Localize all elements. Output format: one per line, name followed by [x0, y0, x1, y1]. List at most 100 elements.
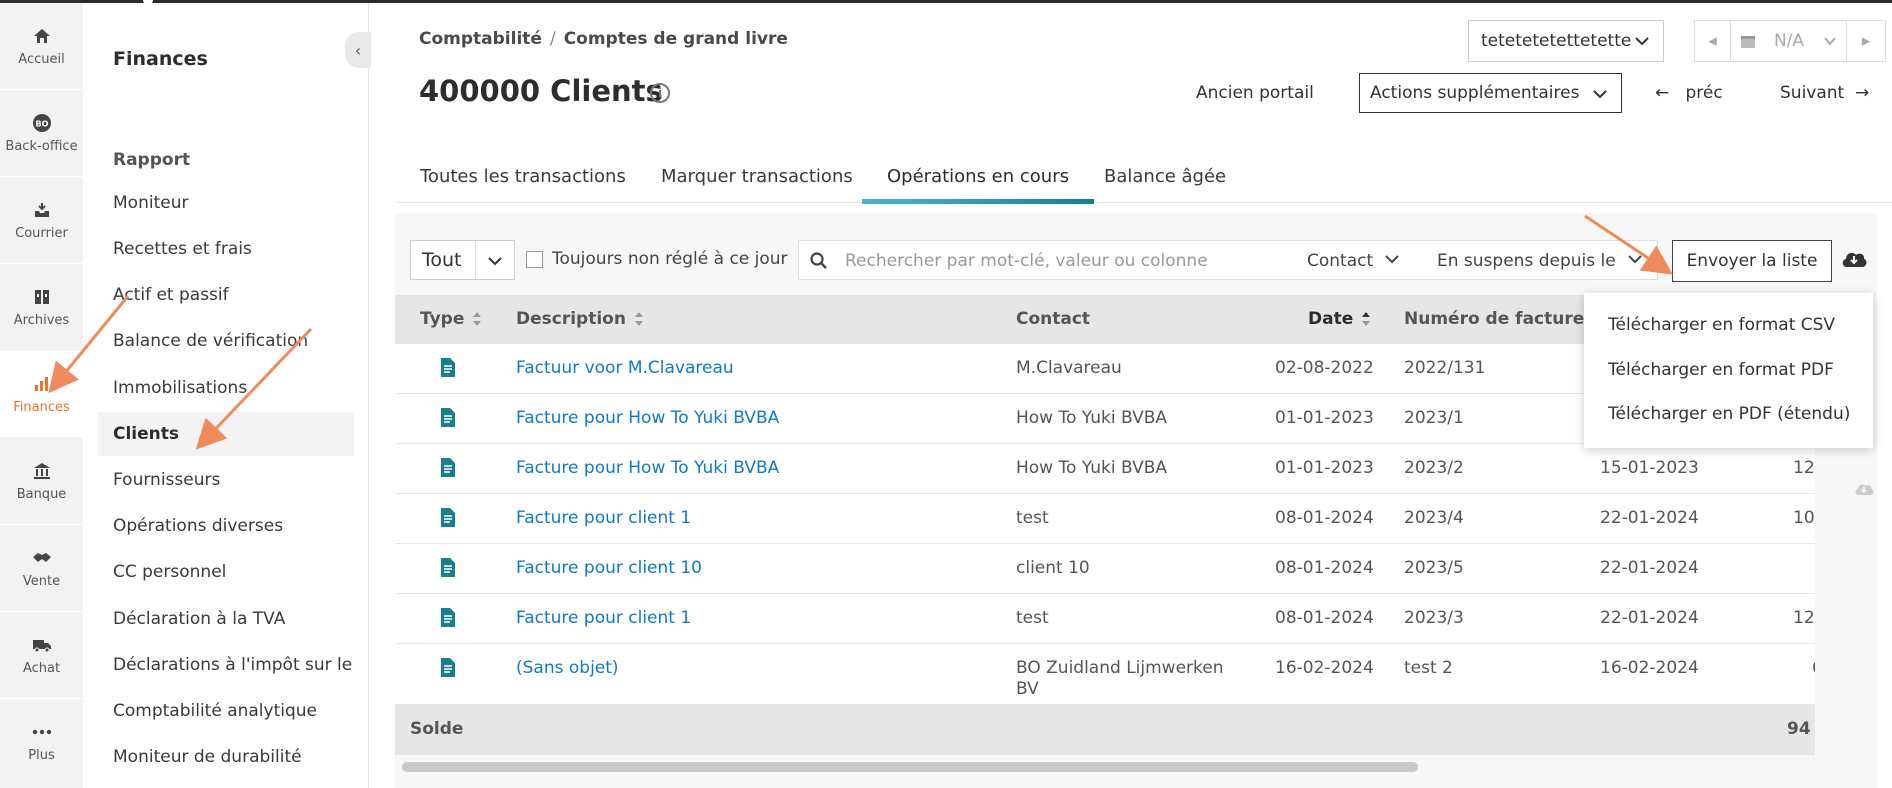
- next-label: Suivant: [1780, 83, 1845, 103]
- old-portal-link[interactable]: Ancien portail: [1196, 83, 1314, 103]
- row-amount: 12: [1793, 608, 1815, 628]
- table-footer: Solde 94: [395, 705, 1815, 755]
- page-title: 400000 Clients: [419, 74, 663, 108]
- sidebar-item-operations-diverses[interactable]: Opérations diverses: [98, 504, 354, 548]
- row-invoice-number: 2022/131: [1404, 358, 1486, 378]
- tab-marquer-transactions[interactable]: Marquer transactions: [636, 150, 878, 203]
- sidebar-item-moniteur[interactable]: Moniteur: [98, 181, 354, 225]
- download-pdf-extended-option[interactable]: Télécharger en PDF (étendu): [1608, 404, 1850, 424]
- download-pdf-option[interactable]: Télécharger en format PDF: [1608, 360, 1834, 380]
- rail-item-label: Accueil: [18, 51, 65, 67]
- more-actions-button[interactable]: Actions supplémentaires: [1359, 73, 1622, 113]
- row-date: 08-01-2024: [1275, 508, 1374, 528]
- sidebar-item-actif-et-passif[interactable]: Actif et passif: [98, 273, 354, 317]
- sidebar-item-cc-personnel[interactable]: CC personnel: [98, 550, 354, 594]
- pending-since-dropdown[interactable]: En suspens depuis le: [1437, 251, 1643, 271]
- sidebar-item-moniteur-durabilite[interactable]: Moniteur de durabilité: [98, 735, 354, 779]
- caret-left-icon: ◂: [1708, 31, 1717, 51]
- prev-button[interactable]: ← préc: [1655, 83, 1723, 103]
- collapse-sidebar-button[interactable]: ‹: [345, 32, 371, 68]
- col-type-header[interactable]: Type: [420, 309, 482, 329]
- download-csv-option[interactable]: Télécharger en format CSV: [1608, 315, 1835, 335]
- table-row[interactable]: Facture pour client 10 client 10 08-01-2…: [395, 544, 1815, 594]
- chevron-down-icon: [1385, 255, 1399, 264]
- chevron-down-icon: [1627, 255, 1642, 264]
- sidebar-item-recettes-et-frais[interactable]: Recettes et frais: [98, 227, 354, 271]
- rail-item-plus[interactable]: Plus: [0, 699, 83, 785]
- sidebar-item-comptabilite-analytique[interactable]: Comptabilité analytique: [98, 689, 354, 733]
- table-row[interactable]: Facture pour client 1 test 08-01-2024 20…: [395, 494, 1815, 544]
- sidebar-item-declarations-impot[interactable]: Déclarations à l'impôt sur le r: [98, 643, 354, 687]
- rail-item-achat[interactable]: Achat: [0, 612, 83, 698]
- info-icon[interactable]: i: [650, 83, 670, 103]
- truck-icon: [32, 635, 52, 655]
- row-description-link[interactable]: Facture pour client 1: [516, 508, 691, 528]
- col-contact-header[interactable]: Contact: [1016, 309, 1090, 329]
- col-date-header[interactable]: Date: [1308, 309, 1371, 329]
- row-description-link[interactable]: Factuur voor M.Clavareau: [516, 358, 734, 378]
- rail-item-archives[interactable]: Archives: [0, 264, 83, 350]
- search-bar: Rechercher par mot-clé, valeur ou colonn…: [798, 240, 1658, 280]
- period-navigator: ◂ N/A ▸: [1694, 20, 1886, 62]
- search-input[interactable]: Rechercher par mot-clé, valeur ou colonn…: [845, 251, 1208, 271]
- company-select[interactable]: tetetetetettetette: [1468, 20, 1664, 62]
- send-list-button[interactable]: Envoyer la liste: [1672, 240, 1832, 282]
- period-prev-button[interactable]: ◂: [1695, 21, 1731, 61]
- scrollbar-thumb[interactable]: [402, 762, 1418, 772]
- sidebar-item-fournisseurs[interactable]: Fournisseurs: [98, 458, 354, 502]
- unpaid-checkbox-label[interactable]: Toujours non réglé à ce jour: [552, 249, 788, 269]
- footer-balance-amount: 94: [1787, 719, 1811, 739]
- rail-item-banque[interactable]: Banque: [0, 438, 83, 524]
- sidebar-item-immobilisations[interactable]: Immobilisations: [98, 366, 354, 410]
- breadcrumb-comptes-grand-livre[interactable]: Comptes de grand livre: [564, 29, 788, 49]
- col-description-header[interactable]: Description: [516, 309, 644, 329]
- col-type-label: Type: [420, 309, 465, 329]
- rail-item-finances[interactable]: Finances: [0, 351, 83, 437]
- period-next-button[interactable]: ▸: [1847, 21, 1885, 61]
- breadcrumb-separator: /: [549, 29, 556, 49]
- sidebar-item-clients[interactable]: Clients: [98, 412, 354, 456]
- breadcrumb-comptabilite[interactable]: Comptabilité: [419, 29, 542, 49]
- sidebar-item-declaration-tva[interactable]: Déclaration à la TVA: [98, 597, 354, 641]
- row-contact-line2: BV: [1016, 679, 1039, 699]
- svg-text:BO: BO: [35, 119, 48, 128]
- cloud-download-icon[interactable]: [1840, 247, 1868, 271]
- cloud-download-icon[interactable]: [1853, 480, 1875, 498]
- row-amount: 10: [1793, 508, 1815, 528]
- row-description-link[interactable]: Facture pour How To Yuki BVBA: [516, 408, 779, 428]
- row-invoice-number: 2023/1: [1404, 408, 1464, 428]
- table-row[interactable]: Facture pour client 1 test 08-01-2024 20…: [395, 594, 1815, 644]
- rail-item-vente[interactable]: Vente: [0, 525, 83, 611]
- tab-balance-agee[interactable]: Balance âgée: [1079, 150, 1251, 203]
- rail-item-label: Plus: [28, 747, 55, 763]
- row-description-link[interactable]: (Sans objet): [516, 658, 619, 678]
- table-row[interactable]: Facture pour How To Yuki BVBA How To Yuk…: [395, 444, 1815, 494]
- rail-item-accueil[interactable]: Accueil: [0, 3, 83, 89]
- tab-toutes-transactions[interactable]: Toutes les transactions: [395, 150, 651, 203]
- tab-operations-en-cours[interactable]: Opérations en cours: [862, 150, 1094, 204]
- type-filter-select[interactable]: Tout: [410, 240, 515, 280]
- row-amount: 12: [1793, 458, 1815, 478]
- rail-item-back-office[interactable]: BO Back-office: [0, 90, 83, 176]
- rail-item-courrier[interactable]: Courrier: [0, 177, 83, 263]
- contact-filter-dropdown[interactable]: Contact: [1307, 251, 1400, 271]
- col-date-label: Date: [1308, 309, 1354, 329]
- row-due-date: 22-01-2024: [1600, 508, 1699, 528]
- table-row[interactable]: (Sans objet) BO Zuidland Lijmwerken BV 1…: [395, 644, 1823, 705]
- bo-icon: BO: [32, 113, 52, 133]
- document-icon: [441, 608, 455, 627]
- arrow-right-icon: →: [1855, 83, 1870, 103]
- document-icon: [441, 408, 455, 427]
- contact-filter-label: Contact: [1307, 251, 1374, 271]
- period-value[interactable]: N/A: [1765, 21, 1813, 61]
- next-button[interactable]: Suivant →: [1780, 83, 1869, 103]
- handshake-icon: [32, 548, 52, 568]
- row-description-link[interactable]: Facture pour How To Yuki BVBA: [516, 458, 779, 478]
- row-description-link[interactable]: Facture pour client 10: [516, 558, 702, 578]
- sidebar-item-balance-de-verification[interactable]: Balance de vérification: [98, 319, 354, 363]
- footer-balance-label: Solde: [410, 719, 464, 739]
- chevron-down-icon[interactable]: [1813, 21, 1847, 61]
- col-invoice-header[interactable]: Numéro de facture: [1404, 309, 1584, 329]
- unpaid-checkbox[interactable]: [526, 251, 543, 268]
- row-description-link[interactable]: Facture pour client 1: [516, 608, 691, 628]
